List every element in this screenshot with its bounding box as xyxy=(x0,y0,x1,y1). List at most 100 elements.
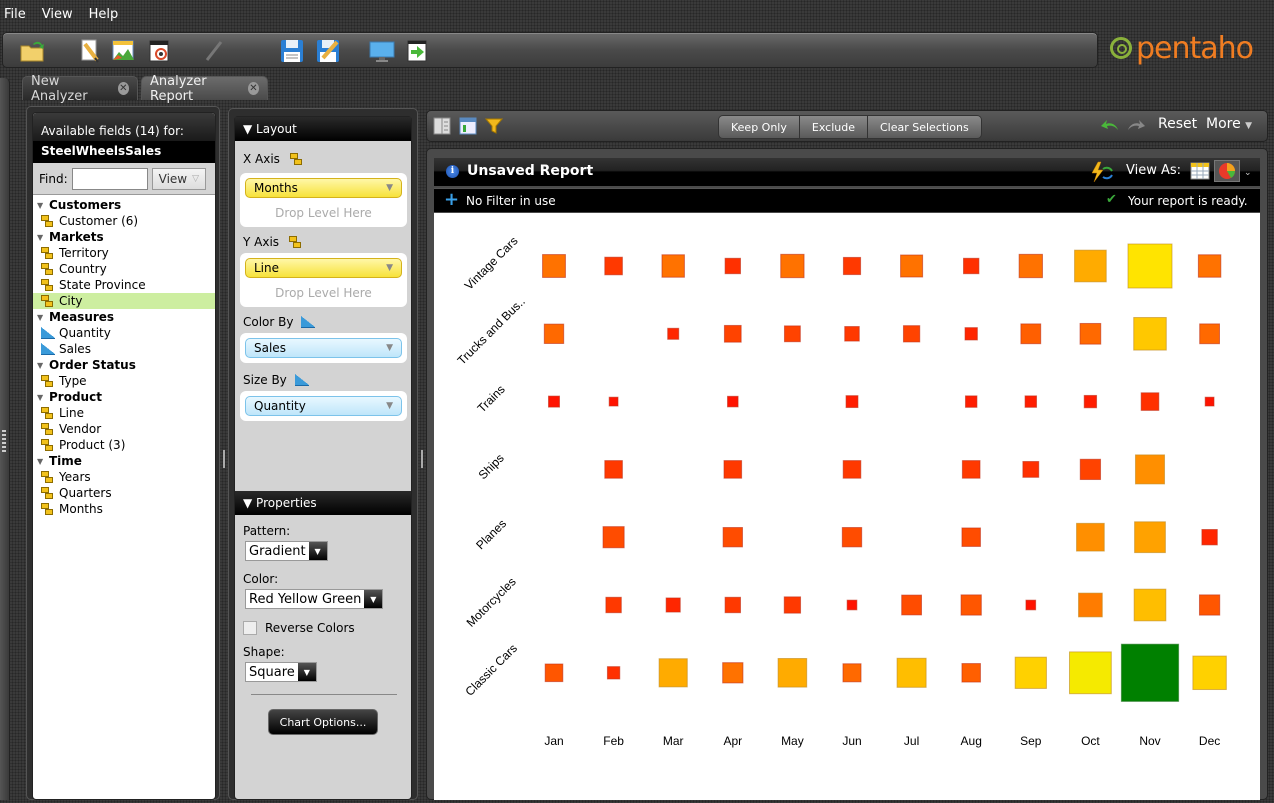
field-line[interactable]: Line xyxy=(33,405,215,421)
y-axis-dropzone[interactable]: Line ▼ Drop Level Here xyxy=(240,253,407,307)
info-icon[interactable]: i xyxy=(446,165,459,178)
open-folder-icon[interactable] xyxy=(19,38,45,64)
heatmap-cell[interactable] xyxy=(961,527,981,547)
color-by-dropzone[interactable]: Sales ▼ xyxy=(240,333,407,363)
heatmap-cell[interactable] xyxy=(780,253,805,279)
filter-icon[interactable] xyxy=(484,117,504,135)
menu-view[interactable]: View xyxy=(42,7,73,22)
heatmap-cell[interactable] xyxy=(1134,454,1166,485)
column-label[interactable]: Jan xyxy=(544,734,563,748)
heatmap-cell[interactable] xyxy=(544,663,564,683)
heatmap-cell[interactable] xyxy=(783,596,802,614)
heatmap-cell[interactable] xyxy=(548,395,560,408)
heatmap-cell[interactable] xyxy=(1140,392,1160,411)
chevron-down-icon[interactable]: ⌄ xyxy=(1244,168,1252,178)
tab-analyzer-report[interactable]: Analyzer Report ✕ xyxy=(141,74,268,104)
view-button[interactable]: View ▽ xyxy=(151,167,207,190)
heatmap-cell[interactable] xyxy=(724,596,742,614)
save-as-icon[interactable] xyxy=(315,38,341,64)
heatmap-cell[interactable] xyxy=(1204,396,1215,407)
size-by-dropzone[interactable]: Quantity ▼ xyxy=(240,391,407,421)
field-years[interactable]: Years xyxy=(33,469,215,485)
heatmap-cell[interactable] xyxy=(727,395,739,408)
row-label[interactable]: Classic Cars xyxy=(462,641,520,699)
heatmap-cell[interactable] xyxy=(542,254,566,278)
analyzer-report-icon[interactable] xyxy=(111,38,137,64)
row-label[interactable]: Planes xyxy=(473,516,509,552)
add-filter-icon[interactable]: + xyxy=(444,191,459,209)
column-label[interactable]: May xyxy=(781,734,804,748)
heatmap-cell[interactable] xyxy=(605,596,622,614)
row-label[interactable]: Ships xyxy=(476,451,507,482)
field-territory[interactable]: Territory xyxy=(33,245,215,261)
heatmap-cell[interactable] xyxy=(1018,253,1043,279)
field-vendor[interactable]: Vendor xyxy=(33,421,215,437)
heatmap-cell[interactable] xyxy=(845,395,859,409)
field-quantity[interactable]: Quantity xyxy=(33,325,215,341)
heatmap-cell[interactable] xyxy=(1079,458,1102,481)
field-sales[interactable]: Sales xyxy=(33,341,215,357)
y-axis-field-pill[interactable]: Line ▼ xyxy=(245,258,402,278)
menu-file[interactable]: File xyxy=(4,7,26,22)
undo-icon[interactable] xyxy=(1100,116,1120,137)
group-measures[interactable]: ▼ Measures xyxy=(33,309,215,325)
heatmap-cell[interactable] xyxy=(1025,599,1037,611)
layout-section-header[interactable]: ▼ Layout xyxy=(235,117,411,141)
heatmap-cell[interactable] xyxy=(1201,529,1218,546)
column-label[interactable]: Apr xyxy=(723,734,742,748)
field-type[interactable]: Type xyxy=(33,373,215,389)
heatmap-cell[interactable] xyxy=(960,594,982,616)
heatmap-cell[interactable] xyxy=(896,657,927,688)
heatmap-cell[interactable] xyxy=(1198,594,1221,616)
redo-icon[interactable] xyxy=(1126,116,1146,137)
column-label[interactable]: Dec xyxy=(1199,734,1220,748)
exclude-button[interactable]: Exclude xyxy=(799,116,868,138)
tab-new-analyzer[interactable]: New Analyzer ✕ xyxy=(22,74,138,104)
heatmap-cell[interactable] xyxy=(1024,395,1038,408)
heatmap-cell[interactable] xyxy=(1083,394,1098,409)
heatmap-cell[interactable] xyxy=(723,324,742,343)
heatmap-cell[interactable] xyxy=(964,327,978,341)
find-input[interactable] xyxy=(71,167,148,190)
reset-button[interactable]: Reset xyxy=(1158,116,1197,132)
heatmap-cell[interactable] xyxy=(1014,656,1047,689)
heatmap-cell[interactable] xyxy=(665,597,681,613)
heatmap-cell[interactable] xyxy=(1074,249,1107,283)
field-state-province[interactable]: State Province xyxy=(33,277,215,293)
heatmap-cell[interactable] xyxy=(842,256,862,276)
row-label[interactable]: Vintage Cars xyxy=(462,234,521,293)
heatmap-cell[interactable] xyxy=(783,325,801,343)
save-icon[interactable] xyxy=(279,38,305,64)
heatmap-cell[interactable] xyxy=(667,327,680,340)
heatmap-cell[interactable] xyxy=(1078,592,1103,618)
toggle-layout-icon[interactable] xyxy=(459,117,477,135)
group-time[interactable]: ▼ Time xyxy=(33,453,215,469)
table-view-icon[interactable] xyxy=(1190,162,1210,183)
heatmap-cell[interactable] xyxy=(723,460,743,479)
close-icon[interactable]: ✕ xyxy=(247,82,259,95)
heatmap-cell[interactable] xyxy=(1069,651,1112,695)
row-label[interactable]: Motorcycles xyxy=(464,575,519,630)
column-label[interactable]: Jul xyxy=(904,734,919,748)
column-label[interactable]: Feb xyxy=(603,734,624,748)
heatmap-cell[interactable] xyxy=(963,257,980,275)
heatmap-cell[interactable] xyxy=(901,594,923,616)
heatmap-cell[interactable] xyxy=(543,323,565,344)
heatmap-cell[interactable] xyxy=(604,460,623,479)
export-icon[interactable] xyxy=(405,38,431,64)
splitter-handle[interactable] xyxy=(421,450,423,468)
heatmap-cell[interactable] xyxy=(844,326,860,342)
heatmap-cell[interactable] xyxy=(604,256,623,276)
group-product[interactable]: ▼ Product xyxy=(33,389,215,405)
heatmap-cell[interactable] xyxy=(722,527,743,548)
column-label[interactable]: Aug xyxy=(961,734,982,748)
auto-refresh-icon[interactable] xyxy=(1090,161,1114,186)
heatmap-cell[interactable] xyxy=(608,396,619,407)
heatmap-cell[interactable] xyxy=(602,526,625,549)
toggle-fields-icon[interactable] xyxy=(433,117,451,135)
heatmap-cell[interactable] xyxy=(1020,323,1042,345)
heatmap-cell[interactable] xyxy=(1133,317,1167,351)
x-axis-dropzone[interactable]: Months ▼ Drop Level Here xyxy=(240,173,407,227)
group-order-status[interactable]: ▼ Order Status xyxy=(33,357,215,373)
reverse-colors-checkbox[interactable] xyxy=(243,621,257,635)
